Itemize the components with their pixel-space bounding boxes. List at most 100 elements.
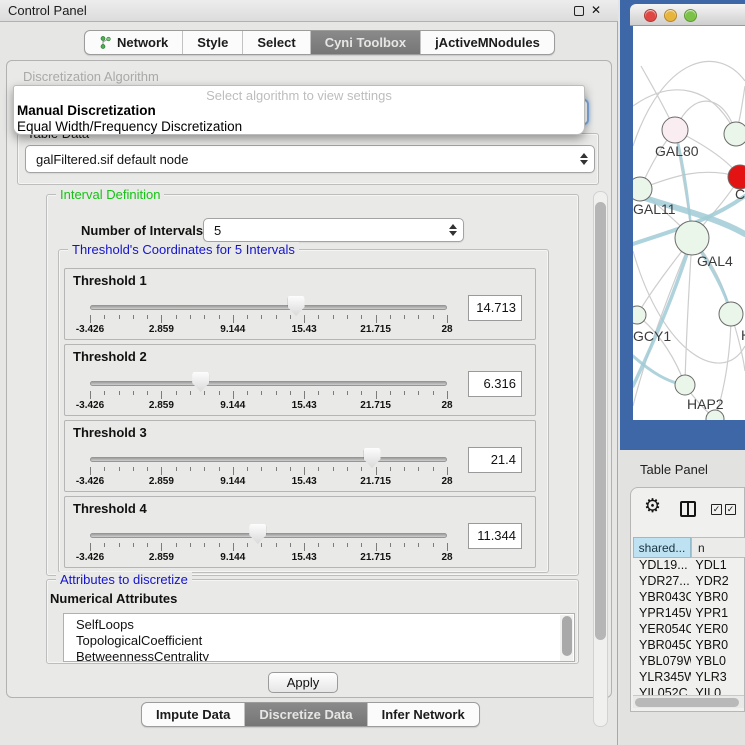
table-cell[interactable]: YBR0 <box>691 590 745 606</box>
network-icon <box>99 36 112 49</box>
scale-tick-label: 28 <box>441 324 452 335</box>
threshold-3-slider-track[interactable] <box>90 457 447 462</box>
attribute-list-item[interactable]: SelfLoops <box>64 617 574 633</box>
network-node-h[interactable] <box>719 302 743 326</box>
table-cell[interactable]: YDR2 <box>691 574 745 590</box>
table-cell[interactable]: YPR1 <box>691 606 745 622</box>
threshold-1-value-field[interactable]: 14.713 <box>468 295 522 321</box>
table-row[interactable]: YDR27...YDR2 <box>633 574 745 590</box>
table-cell[interactable]: YBR043C <box>633 590 691 606</box>
scale-tick-label: 9.144 <box>220 476 245 487</box>
threshold-4-value-field[interactable]: 11.344 <box>468 523 522 549</box>
threshold-1-box: Threshold 1 -3.4262.8599.14415.4321.7152… <box>64 268 536 340</box>
numerical-attributes-list[interactable]: SelfLoopsTopologicalCoefficientBetweenne… <box>63 613 575 662</box>
threshold-2-slider-handle[interactable] <box>192 372 209 392</box>
attribute-list-item[interactable]: TopologicalCoefficient <box>64 633 574 649</box>
table-cell[interactable]: YDR27... <box>633 574 691 590</box>
threshold-1-slider-handle[interactable] <box>288 296 305 316</box>
tab-jactivemnodules[interactable]: jActiveMNodules <box>421 31 554 54</box>
table-cell[interactable]: YBL0 <box>691 654 745 670</box>
network-node-label: GCY1 <box>633 328 671 344</box>
checkbox-icon[interactable]: ✓ <box>725 504 736 515</box>
table-row[interactable]: YLR345WYLR3 <box>633 670 745 686</box>
network-node-gal80[interactable] <box>662 117 688 143</box>
table-data-combobox[interactable]: galFiltered.sif default node <box>25 145 595 173</box>
threshold-2-label: Threshold 2 <box>73 349 147 364</box>
gear-icon[interactable]: ⚙ <box>644 497 661 516</box>
attribute-list-item[interactable]: BetweennessCentrality <box>64 649 574 662</box>
number-of-intervals-combobox[interactable]: 5 <box>203 218 464 242</box>
table-cell[interactable]: YLR3 <box>691 670 745 686</box>
close-icon[interactable]: ✕ <box>591 3 601 17</box>
network-node-hap2[interactable] <box>675 375 695 395</box>
threshold-1-label: Threshold 1 <box>73 273 147 288</box>
tab-cyni-toolbox-label: Cyni Toolbox <box>325 35 406 50</box>
attributes-list-scrollbar[interactable] <box>560 615 573 661</box>
table-cell[interactable]: YBL079W <box>633 654 691 670</box>
number-of-intervals-label: Number of Intervals <box>81 223 203 238</box>
split-column-icon[interactable] <box>680 501 696 517</box>
network-edge <box>640 172 740 189</box>
tab-select[interactable]: Select <box>243 31 310 54</box>
table-row[interactable]: YBL079WYBL0 <box>633 654 745 670</box>
threshold-4-slider-track[interactable] <box>90 533 447 538</box>
threshold-3-slider-handle[interactable] <box>364 448 381 468</box>
threshold-2-slider-track[interactable] <box>90 381 447 386</box>
tab-discretize-data[interactable]: Discretize Data <box>245 703 367 726</box>
table-cell[interactable]: YBR0 <box>691 638 745 654</box>
table-cell[interactable]: YDL19... <box>633 558 691 574</box>
minimize-traffic-light-icon[interactable] <box>664 9 677 22</box>
network-node-ga[interactable] <box>724 122 745 146</box>
table-row[interactable]: YPR145WYPR1 <box>633 606 745 622</box>
tab-cyni-toolbox[interactable]: Cyni Toolbox <box>311 31 421 54</box>
threshold-4-slider-handle[interactable] <box>249 524 266 544</box>
scrollbar-thumb[interactable] <box>635 698 739 707</box>
tab-impute-data[interactable]: Impute Data <box>142 703 245 726</box>
cyni-toolbox-panel: Discretization Algorithm Select algorith… <box>6 60 612 698</box>
tab-network[interactable]: Network <box>85 31 183 54</box>
threshold-3-value-field[interactable]: 21.4 <box>468 447 522 473</box>
scale-tick-label: 28 <box>441 476 452 487</box>
table-horizontal-scrollbar[interactable] <box>633 695 744 708</box>
zoom-traffic-light-icon[interactable] <box>684 9 697 22</box>
close-traffic-light-icon[interactable] <box>644 9 657 22</box>
slider-ticks <box>90 391 447 400</box>
table-cell[interactable]: YPR145W <box>633 606 691 622</box>
table-row[interactable]: YDL19...YDL1 <box>633 558 745 574</box>
dropdown-option-manual-discretization[interactable]: Manual Discretization <box>17 103 156 118</box>
tab-style[interactable]: Style <box>183 31 243 54</box>
table-cell[interactable]: YBR045C <box>633 638 691 654</box>
network-node-gcy1[interactable] <box>633 306 646 324</box>
tab-style-label: Style <box>197 35 228 50</box>
threshold-2-value-field[interactable]: 6.316 <box>468 371 522 397</box>
table-cell[interactable]: YER0 <box>691 622 745 638</box>
checkbox-icon[interactable]: ✓ <box>711 504 722 515</box>
column-header-name[interactable]: n <box>691 537 745 558</box>
settings-vertical-scrollbar[interactable] <box>593 191 608 727</box>
table-row[interactable]: YER054CYER0 <box>633 622 745 638</box>
network-node-gal11[interactable] <box>633 177 652 201</box>
table-cell[interactable]: YDL1 <box>691 558 745 574</box>
table-cell[interactable]: YER054C <box>633 622 691 638</box>
thresholds-group-label: Threshold's Coordinates for 5 Intervals <box>68 242 299 257</box>
control-panel: Control Panel ✕ Network Style Select <box>0 0 618 745</box>
scrollbar-thumb[interactable] <box>595 202 606 640</box>
scale-tick-label: 9.144 <box>220 324 245 335</box>
tab-infer-network[interactable]: Infer Network <box>368 703 479 726</box>
threshold-1-slider-track[interactable] <box>90 305 447 310</box>
dropdown-option-equal-width-frequency[interactable]: Equal Width/Frequency Discretization <box>17 119 242 134</box>
scrollbar-thumb[interactable] <box>562 616 572 656</box>
discretization-algorithm-group-label: Discretization Algorithm <box>23 69 159 84</box>
network-node-gal4[interactable] <box>675 221 709 255</box>
table-cell[interactable]: YLR345W <box>633 670 691 686</box>
apply-button[interactable]: Apply <box>268 672 338 693</box>
scale-tick-label: 15.43 <box>292 552 317 563</box>
network-canvas[interactable]: GAL80GACGAL11GAL4GCY1HHAP2 <box>633 26 745 420</box>
table-header-row: shared... n <box>633 537 745 558</box>
column-header-shared-name[interactable]: shared... <box>633 537 691 558</box>
float-window-icon[interactable] <box>574 6 584 16</box>
scale-tick-label: 21.715 <box>360 400 391 411</box>
scale-tick-label: -3.426 <box>76 400 104 411</box>
table-row[interactable]: YBR045CYBR0 <box>633 638 745 654</box>
table-row[interactable]: YBR043CYBR0 <box>633 590 745 606</box>
